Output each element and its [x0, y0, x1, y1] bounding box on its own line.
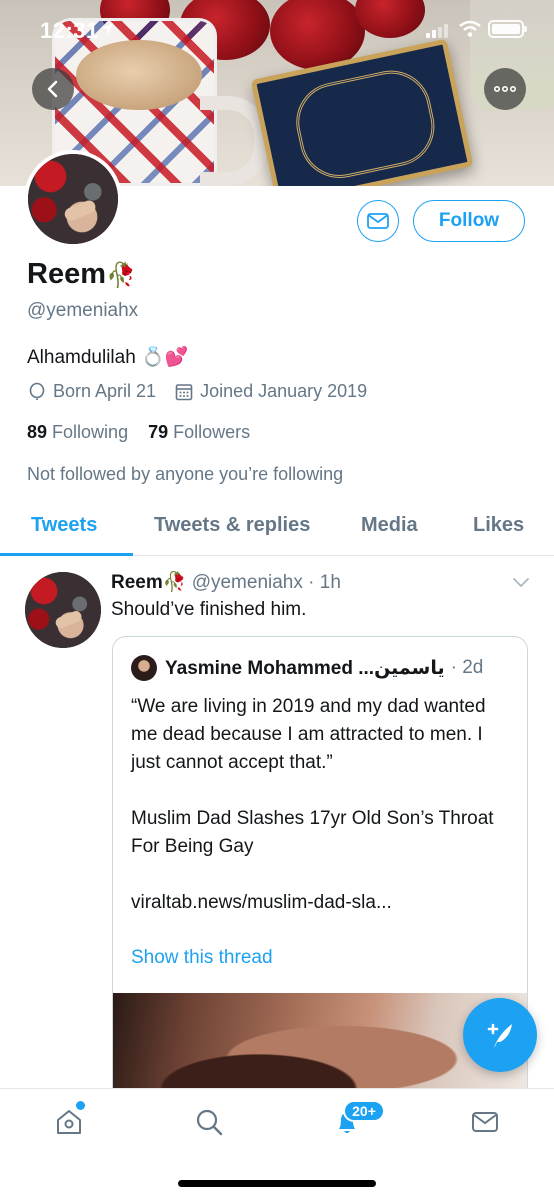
tweet-avatar[interactable]: [25, 572, 101, 648]
tweet-author-handle: @yemeniahx: [191, 572, 303, 593]
battery-icon: [488, 20, 527, 38]
profile-avatar[interactable]: [24, 150, 122, 248]
home-icon[interactable]: [54, 1107, 84, 1137]
status-bar: 12:31: [0, 0, 554, 62]
status-time: 12:31: [40, 18, 99, 43]
rose-emoji: 🥀: [106, 262, 136, 289]
tab-likes[interactable]: Likes: [473, 514, 524, 537]
following-link[interactable]: 89 Following: [27, 422, 128, 442]
more-dots-icon: [493, 85, 516, 93]
quoted-tweet-text: “We are living in 2019 and my dad wanted…: [131, 696, 494, 913]
not-followed-notice: Not followed by anyone you’re following: [27, 464, 344, 484]
profile-name: Reem🥀: [27, 258, 136, 290]
signal-icon: [426, 22, 448, 38]
balloon-icon: [29, 382, 45, 400]
calendar-icon: [175, 383, 193, 400]
quoted-avatar: [131, 655, 157, 681]
chevron-left-icon: [47, 80, 58, 98]
tab-tweets[interactable]: Tweets: [31, 514, 97, 537]
tweet-text: Should’ve finished him.: [111, 599, 307, 620]
follow-counts: 89 Following 79 Followers: [27, 422, 250, 443]
profile-tabs: Tweets Tweets & replies Media Likes: [0, 500, 554, 556]
follow-button[interactable]: Follow: [413, 200, 525, 242]
tweet-time: · 1h: [308, 572, 341, 593]
quoted-author-name: Yasmine Mohammed ...ياسمين: [165, 657, 445, 679]
location-arrow-icon: [101, 23, 113, 35]
messages-icon[interactable]: [470, 1107, 500, 1137]
message-button[interactable]: [357, 200, 399, 242]
tweet-header: Reem🥀 @yemeniahx · 1h: [111, 572, 341, 593]
active-tab-indicator: [0, 553, 133, 556]
compose-feather-icon: [487, 1023, 512, 1048]
envelope-icon: [367, 213, 389, 229]
followers-link[interactable]: 79 Followers: [148, 422, 250, 442]
home-indicator: [178, 1180, 376, 1187]
tab-tweets-replies[interactable]: Tweets & replies: [154, 514, 310, 537]
joined-date: Joined January 2019: [200, 381, 368, 401]
profile-meta: Born April 21 Joined January 2019: [27, 381, 367, 402]
quoted-tweet-header: Yasmine Mohammed ...ياسمين · 2d: [131, 655, 483, 681]
notifications-badge: 20+: [343, 1100, 385, 1122]
profile-handle: @yemeniahx: [27, 300, 139, 321]
quoted-time: · 2d: [450, 657, 484, 678]
home-unread-dot: [76, 1101, 85, 1110]
compose-tweet-button[interactable]: [463, 998, 537, 1072]
born-date: Born April 21: [53, 381, 157, 401]
tweet-author-name[interactable]: Reem: [111, 572, 163, 593]
more-options-button[interactable]: [484, 68, 526, 110]
profile-bio: Alhamdulilah 💍💕: [27, 347, 189, 368]
back-button[interactable]: [32, 68, 74, 110]
show-thread-link[interactable]: Show this thread: [131, 947, 273, 969]
wifi-icon: [459, 20, 481, 37]
tab-media[interactable]: Media: [361, 514, 418, 537]
search-icon[interactable]: [194, 1107, 224, 1137]
chevron-down-icon[interactable]: [511, 572, 531, 592]
